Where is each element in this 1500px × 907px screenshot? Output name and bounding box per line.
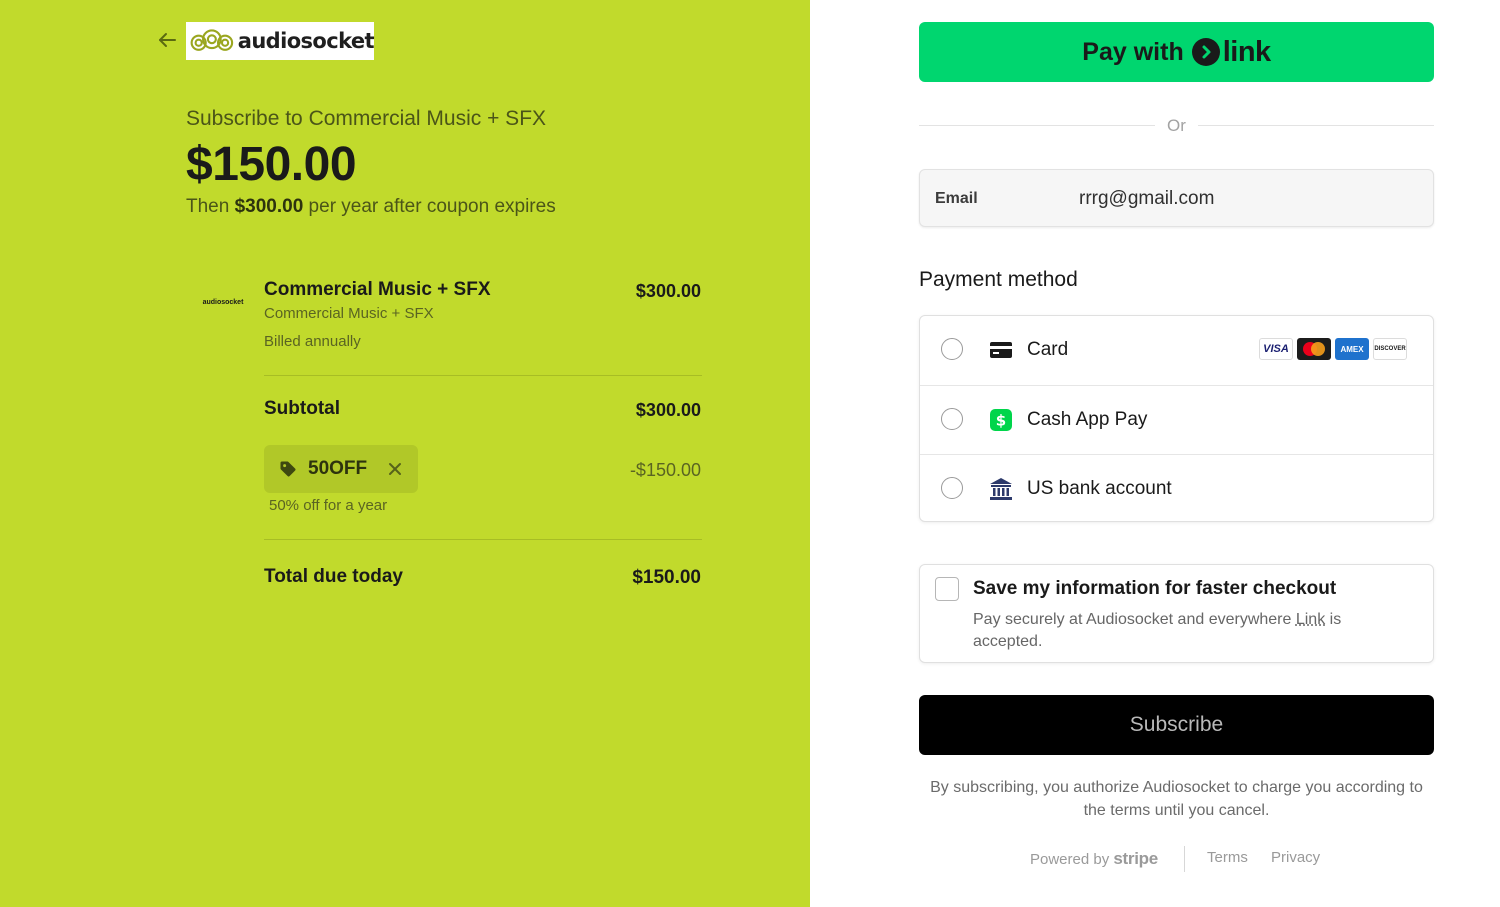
link-brand-text: link — [1222, 35, 1271, 68]
payment-option-card[interactable]: Card VISA AMEX DISCOVER — [920, 316, 1433, 385]
credit-card-icon — [990, 342, 1012, 358]
footer-separator — [1184, 846, 1185, 872]
brand-logo[interactable]: audiosocket — [186, 22, 375, 60]
coupon-code: 50OFF — [308, 458, 368, 479]
renewal-suffix: per year after coupon expires — [303, 196, 556, 217]
payment-method-list: Card VISA AMEX DISCOVER $ Cash App Pay U… — [919, 315, 1434, 522]
save-info-box: Save my information for faster checkout … — [919, 564, 1434, 663]
line-item-description: Commercial Music + SFX — [264, 305, 434, 322]
back-arrow-icon[interactable] — [155, 28, 179, 52]
payment-option-label: Card — [1027, 339, 1069, 360]
footer: Powered by stripe Terms Privacy — [919, 846, 1434, 872]
svg-text:$: $ — [996, 412, 1006, 430]
remove-coupon-icon[interactable] — [387, 461, 403, 477]
coupon-description: 50% off for a year — [269, 497, 388, 514]
price-today: $150.00 — [186, 138, 357, 191]
mastercard-icon — [1297, 338, 1331, 360]
divider — [264, 375, 702, 376]
total-value: $150.00 — [632, 567, 701, 588]
renewal-prefix: Then — [186, 196, 235, 217]
amex-icon: AMEX — [1335, 338, 1369, 360]
link-logo-icon — [1191, 38, 1220, 66]
link-button-prefix: Pay with — [1082, 37, 1184, 66]
powered-by-text: Powered by — [1030, 851, 1110, 868]
visa-icon: VISA — [1259, 338, 1293, 360]
subtotal-value: $300.00 — [635, 400, 701, 420]
cash-app-radio[interactable] — [941, 408, 963, 430]
privacy-link[interactable]: Privacy — [1271, 849, 1320, 866]
legal-text: By subscribing, you authorize Audiosocke… — [930, 779, 1423, 819]
save-info-title: Save my information for faster checkout — [973, 578, 1337, 599]
save-info-checkbox[interactable] — [935, 577, 959, 601]
renewal-note: Then $300.00 per year after coupon expir… — [186, 196, 556, 218]
cash-app-icon: $ — [990, 409, 1012, 431]
audiosocket-logo-icon — [190, 29, 234, 51]
product-thumbnail: audiosocket — [202, 298, 244, 306]
email-field[interactable]: Email rrrg@gmail.com — [919, 169, 1434, 227]
powered-by-stripe[interactable]: Powered by stripe — [1030, 849, 1158, 869]
line-item-price: $300.00 — [635, 281, 701, 301]
subscribe-button[interactable]: Subscribe — [919, 695, 1434, 755]
total-label: Total due today — [264, 566, 403, 587]
stripe-logo-text: stripe — [1113, 849, 1158, 868]
order-summary-panel: audiosocket Subscribe to Commercial Musi… — [0, 0, 810, 907]
subtotal-label: Subtotal — [264, 398, 340, 419]
payment-option-bank[interactable]: US bank account — [920, 454, 1433, 523]
pay-with-link-button[interactable]: Pay with link — [919, 22, 1434, 82]
coupon-chip: 50OFF — [264, 445, 418, 493]
email-label: Email — [935, 190, 978, 207]
divider — [264, 539, 702, 540]
payment-option-label: Cash App Pay — [1027, 409, 1148, 430]
bank-icon — [990, 478, 1012, 500]
subscription-title: Subscribe to Commercial Music + SFX — [186, 107, 547, 130]
card-brand-list: VISA AMEX DISCOVER — [1259, 338, 1407, 360]
payment-option-label: US bank account — [1027, 478, 1172, 499]
tag-icon — [280, 461, 296, 477]
email-value[interactable]: rrrg@gmail.com — [1079, 188, 1214, 210]
save-info-description: Pay securely at Audiosocket and everywhe… — [973, 609, 1353, 653]
terms-link[interactable]: Terms — [1207, 849, 1248, 866]
or-text: Or — [1167, 116, 1186, 135]
renewal-amount: $300.00 — [234, 196, 304, 217]
card-radio[interactable] — [941, 338, 963, 360]
line-item-name: Commercial Music + SFX — [264, 279, 491, 300]
bank-radio[interactable] — [941, 477, 963, 499]
brand-logo-text: audiosocket — [237, 29, 375, 53]
payment-option-cash-app[interactable]: $ Cash App Pay — [920, 385, 1433, 454]
save-desc-prefix: Pay securely at Audiosocket and everywhe… — [973, 611, 1296, 628]
or-divider: Or — [919, 114, 1434, 138]
line-item-billing: Billed annually — [264, 333, 361, 350]
discover-icon: DISCOVER — [1373, 338, 1407, 360]
payment-method-heading: Payment method — [919, 268, 1078, 291]
link-info-link[interactable]: Link — [1296, 611, 1325, 628]
discount-value: -$150.00 — [629, 460, 701, 480]
